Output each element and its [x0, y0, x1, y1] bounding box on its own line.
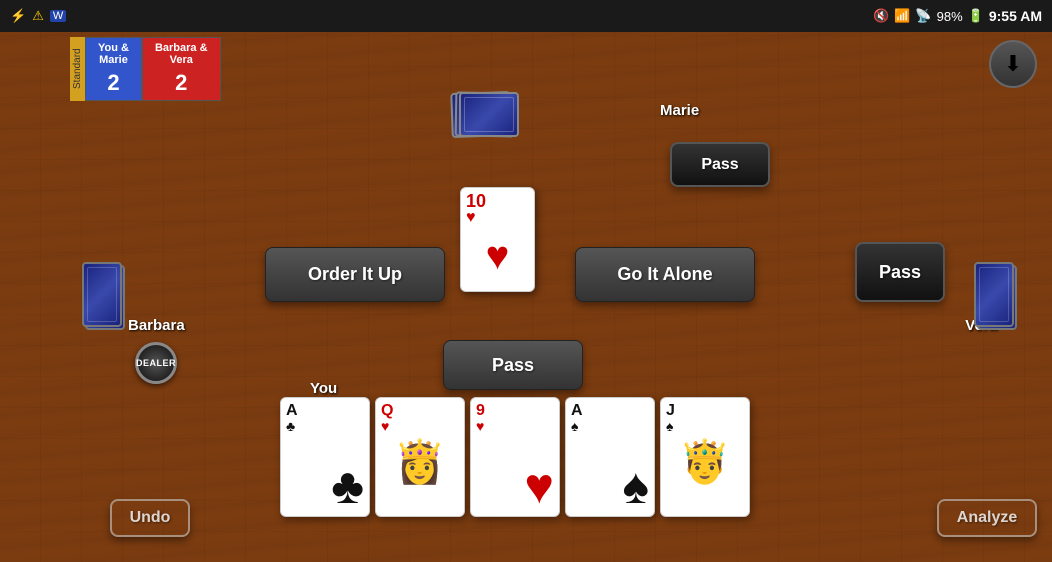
order-it-up-button[interactable]: Order It Up	[265, 247, 445, 302]
pass-right-button[interactable]: Pass	[855, 242, 945, 302]
center-card: 10 ♥ ♥	[460, 187, 535, 292]
center-card-symbol: ♥	[466, 234, 529, 279]
hand-card-1-face: 👸	[376, 398, 464, 516]
analyze-button[interactable]: Analyze	[937, 499, 1037, 537]
hand-card-2[interactable]: 9 ♥ ♥	[470, 397, 560, 517]
center-card-rank: 10	[466, 192, 486, 210]
warning-icon: ⚠	[32, 8, 44, 24]
pass-center-button[interactable]: Pass	[443, 340, 583, 390]
hand-card-4[interactable]: J ♠ 🤴	[660, 397, 750, 517]
w-icon: W	[50, 10, 66, 22]
battery-percent: 98%	[937, 9, 963, 24]
status-right-icons: 🔇 📶 📡 98% 🔋 9:55 AM	[873, 8, 1042, 24]
usb-icon: ⚡	[10, 8, 26, 24]
top-deck	[449, 92, 519, 142]
settings-button[interactable]: ⬇	[989, 40, 1037, 88]
team2-score: Barbara &Vera 2	[142, 37, 221, 101]
hand-card-2-rank: 9	[476, 403, 554, 419]
undo-button[interactable]: Undo	[110, 499, 190, 537]
scoreboard: Standard You &Marie 2 Barbara &Vera 2	[70, 37, 221, 101]
hand-card-0-symbol: ♣	[331, 461, 364, 511]
score-label: Standard	[70, 37, 85, 101]
dealer-badge: DEALER	[135, 342, 177, 384]
hand-card-3-symbol: ♠	[622, 461, 649, 511]
mute-icon: 🔇	[873, 8, 889, 24]
status-bar: ⚡ ⚠ W 🔇 📶 📡 98% 🔋 9:55 AM	[0, 0, 1052, 32]
wifi-icon: 📶	[894, 8, 910, 24]
center-card-suit: ♥	[466, 210, 476, 226]
team1-score: You &Marie 2	[85, 37, 142, 101]
jack-face: 🤴	[679, 438, 731, 487]
left-card-2	[82, 262, 122, 327]
battery-icon: 🔋	[968, 8, 984, 24]
team1-value: 2	[95, 68, 131, 100]
team2-value: 2	[163, 68, 199, 100]
settings-icon-glyph: ⬇	[1004, 51, 1022, 77]
hand-card-0-suit: ♣	[286, 419, 364, 433]
hand-card-3[interactable]: A ♠ ♠	[565, 397, 655, 517]
status-left-icons: ⚡ ⚠ W	[10, 8, 66, 24]
clock: 9:55 AM	[989, 8, 1042, 24]
hand-card-3-suit: ♠	[571, 419, 649, 433]
queen-face: 👸	[394, 438, 446, 487]
player-bottom-label: You	[310, 380, 337, 397]
hand-card-2-symbol: ♥	[524, 461, 554, 511]
team2-name: Barbara &Vera	[143, 38, 220, 68]
hand-card-0[interactable]: A ♣ ♣	[280, 397, 370, 517]
marie-pass-button[interactable]: Pass	[670, 142, 770, 187]
player-left-label: Barbara	[128, 317, 185, 334]
hand-card-3-rank: A	[571, 403, 649, 419]
signal-icon: 📡	[915, 8, 931, 24]
team1-name: You &Marie	[86, 38, 141, 68]
game-area: Standard You &Marie 2 Barbara &Vera 2 Ma…	[0, 32, 1052, 562]
hand-card-2-suit: ♥	[476, 419, 554, 433]
hand-card-0-rank: A	[286, 403, 364, 419]
hand-card-1[interactable]: Q ♥ 👸	[375, 397, 465, 517]
top-card-3	[459, 92, 519, 137]
go-it-alone-button[interactable]: Go It Alone	[575, 247, 755, 302]
hand-card-4-face: 🤴	[661, 398, 749, 516]
player-hand: A ♣ ♣ Q ♥ 👸 9 ♥ ♥ A ♠ ♠ J ♠ 🤴	[280, 397, 750, 517]
right-card-2	[974, 262, 1014, 327]
player-top-label: Marie	[660, 102, 699, 119]
